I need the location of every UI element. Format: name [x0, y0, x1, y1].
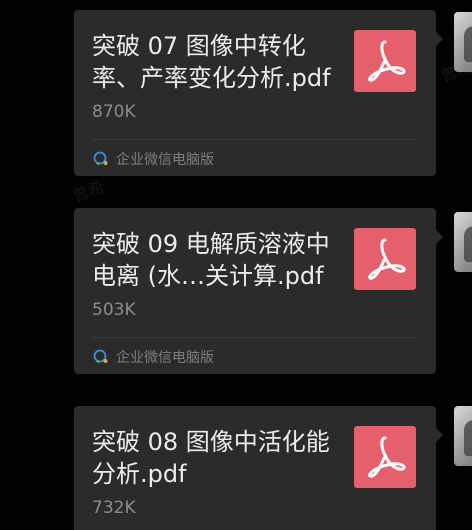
- source-text: 企业微信电脑版: [116, 350, 214, 366]
- pdf-icon: [354, 228, 416, 290]
- avatar[interactable]: [454, 12, 472, 72]
- file-size: 732K: [92, 498, 136, 518]
- file-message[interactable]: 突破 08 图像中活化能分析.pdf 732K: [74, 406, 443, 530]
- wecom-icon: [93, 349, 108, 363]
- file-name: 突破 07 图像中转化率、产率变化分析.pdf: [92, 32, 331, 92]
- pdf-icon: [354, 426, 416, 488]
- source-label: 企业微信电脑版: [92, 347, 214, 367]
- source-text: 企业微信电脑版: [116, 152, 214, 168]
- avatar[interactable]: [454, 212, 472, 272]
- file-size: 503K: [92, 300, 136, 320]
- divider: [92, 337, 418, 338]
- file-size: 870K: [92, 102, 136, 122]
- divider: [92, 139, 418, 140]
- file-message[interactable]: 突破 09 电解质溶液中电离 (水…关计算.pdf 503K 企业微信电脑版: [74, 208, 443, 374]
- file-message[interactable]: 突破 07 图像中转化率、产率变化分析.pdf 870K 企业微信电脑版: [74, 10, 443, 176]
- source-label: 企业微信电脑版: [92, 149, 214, 169]
- chat-window: 曾希 曾希 突破 07 图像中转化率、产率变化分析.pdf 870K 企业微信电…: [0, 0, 472, 530]
- avatar[interactable]: [454, 406, 472, 466]
- file-name: 突破 08 图像中活化能分析.pdf: [92, 428, 330, 488]
- file-name: 突破 09 电解质溶液中电离 (水…关计算.pdf: [92, 230, 330, 290]
- watermark: 曾希: [70, 177, 107, 206]
- pdf-icon: [354, 30, 416, 92]
- wecom-icon: [93, 151, 108, 165]
